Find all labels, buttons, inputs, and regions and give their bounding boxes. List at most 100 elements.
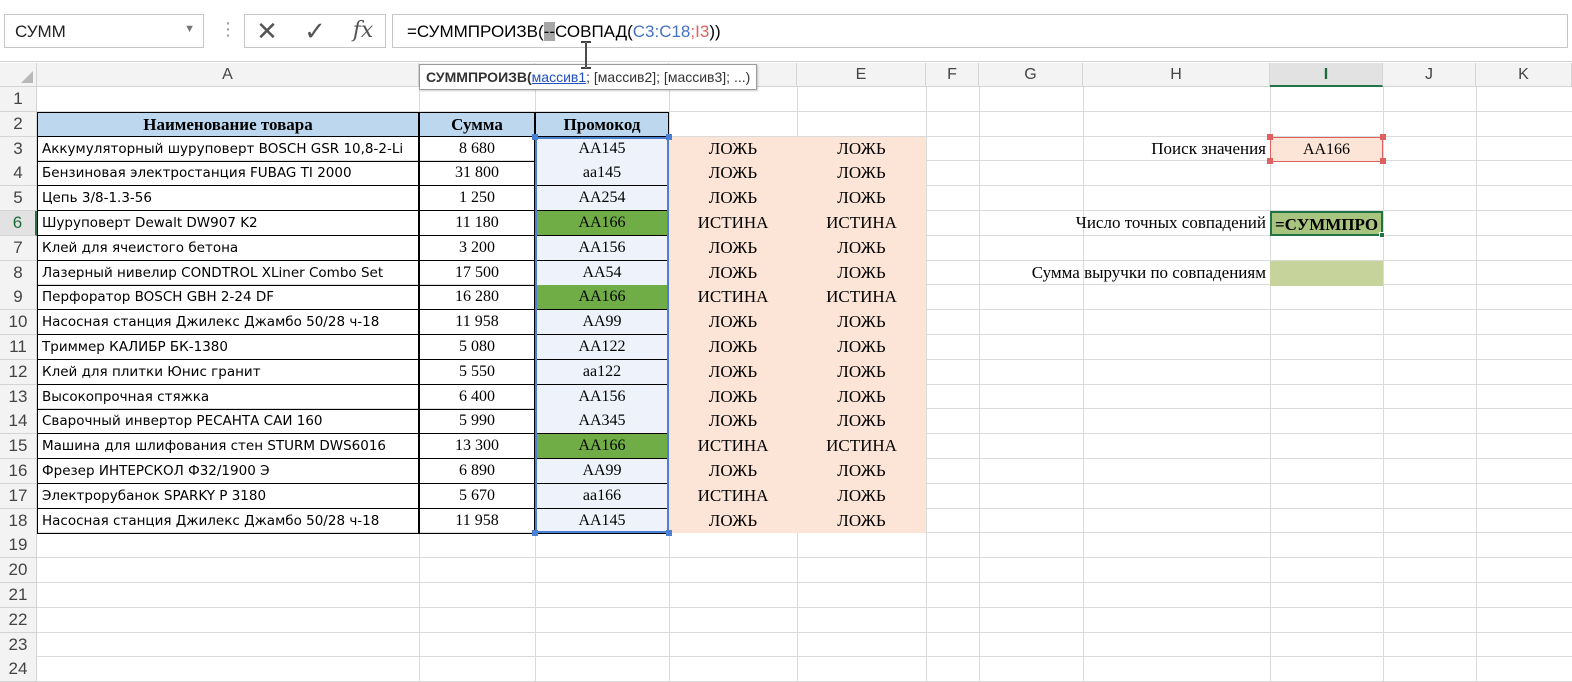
result-e-cell[interactable]: ИСТИНА [797, 285, 926, 310]
row-header-18[interactable]: 18 [0, 508, 37, 534]
tooltip-arg-link[interactable]: массив1 [532, 69, 586, 85]
promo-code-cell[interactable]: аа122 [535, 359, 669, 385]
row-header-21[interactable]: 21 [0, 583, 37, 608]
result-e-cell[interactable]: ЛОЖЬ [797, 161, 926, 186]
promo-code-cell[interactable]: AA99 [535, 310, 669, 336]
sum-result-cell[interactable] [1270, 260, 1383, 286]
enter-icon[interactable]: ✓ [295, 15, 335, 47]
result-d-cell[interactable]: ЛОЖЬ [669, 161, 797, 186]
result-e-cell[interactable]: ЛОЖЬ [797, 509, 926, 534]
row-header-16[interactable]: 16 [0, 459, 37, 484]
product-name-cell[interactable]: Высокопрочная стяжка [37, 384, 419, 410]
result-d-cell[interactable]: ЛОЖЬ [669, 137, 797, 162]
row-header-13[interactable]: 13 [0, 384, 37, 410]
sum-cell[interactable]: 11 180 [419, 211, 535, 236]
result-d-cell[interactable]: ЛОЖЬ [669, 186, 797, 211]
result-d-cell[interactable]: ЛОЖЬ [669, 360, 797, 385]
product-name-cell[interactable]: Аккумуляторный шуруповерт BOSCH GSR 10,8… [37, 136, 419, 162]
sum-cell[interactable]: 6 400 [419, 384, 535, 410]
row-header-17[interactable]: 17 [0, 483, 37, 509]
sum-cell[interactable]: 8 680 [419, 136, 535, 162]
product-name-cell[interactable]: Фрезер ИНТЕРСКОЛ Ф32/1900 Э [37, 459, 419, 484]
result-d-cell[interactable]: ИСТИНА [669, 211, 797, 236]
sum-cell[interactable]: 5 670 [419, 483, 535, 509]
result-d-cell[interactable]: ЛОЖЬ [669, 236, 797, 261]
row-header-7[interactable]: 7 [0, 235, 37, 261]
promo-code-cell[interactable]: AA156 [535, 235, 669, 261]
product-name-cell[interactable]: Цепь 3/8-1.3-56 [37, 186, 419, 212]
row-header-14[interactable]: 14 [0, 409, 37, 435]
sum-cell[interactable]: 31 800 [419, 161, 535, 187]
table-header-cell[interactable]: Наименование товара [37, 111, 419, 137]
row-header-3[interactable]: 3 [0, 136, 37, 162]
promo-code-cell[interactable]: аа166 [535, 483, 669, 509]
row-header-10[interactable]: 10 [0, 310, 37, 336]
sum-cell[interactable]: 17 500 [419, 260, 535, 286]
product-name-cell[interactable]: Бензиновая электростанция FUBAG TI 2000 [37, 161, 419, 187]
range-handle[interactable] [1380, 133, 1386, 140]
result-d-cell[interactable]: ЛОЖЬ [669, 385, 797, 410]
result-e-cell[interactable]: ЛОЖЬ [797, 409, 926, 434]
result-e-cell[interactable]: ЛОЖЬ [797, 335, 926, 360]
row-header-9[interactable]: 9 [0, 285, 37, 311]
product-name-cell[interactable]: Сварочный инвертор РЕСАНТА САИ 160 [37, 409, 419, 435]
result-e-cell[interactable]: ЛОЖЬ [797, 310, 926, 335]
sum-by-matches-label[interactable]: Сумма выручки по совпадениям [979, 261, 1266, 286]
product-name-cell[interactable]: Триммер КАЛИБР БК-1380 [37, 335, 419, 360]
range-handle[interactable] [532, 133, 538, 140]
name-box[interactable]: СУММ ▼ [4, 14, 204, 48]
row-header-11[interactable]: 11 [0, 335, 37, 360]
row-header-12[interactable]: 12 [0, 359, 37, 385]
range-handle[interactable] [1267, 158, 1273, 165]
column-header-j[interactable]: J [1383, 63, 1476, 87]
promo-code-cell[interactable]: AA145 [535, 136, 669, 162]
sum-cell[interactable]: 13 300 [419, 434, 535, 460]
select-all-corner[interactable] [0, 63, 37, 87]
promo-code-cell[interactable]: AA156 [535, 384, 669, 410]
formula-input[interactable]: =СУММПРОИЗВ(--СОВПАД(C3:C18;I3)) [392, 14, 1568, 48]
drag-handle-icon[interactable]: ⋮ [219, 20, 237, 38]
product-name-cell[interactable]: Лазерный нивелир CONDTROL XLiner Combo S… [37, 260, 419, 286]
result-d-cell[interactable]: ЛОЖЬ [669, 459, 797, 484]
product-name-cell[interactable]: Машина для шлифования стен STURM DWS6016 [37, 434, 419, 460]
column-header-k[interactable]: K [1476, 63, 1572, 87]
promo-code-cell[interactable]: AA254 [535, 186, 669, 212]
result-e-cell[interactable]: ИСТИНА [797, 434, 926, 459]
product-name-cell[interactable]: Клей для плитки Юнис гранит [37, 359, 419, 385]
promo-code-cell[interactable]: AA145 [535, 508, 669, 534]
result-d-cell[interactable]: ЛОЖЬ [669, 335, 797, 360]
result-e-cell[interactable]: ЛОЖЬ [797, 137, 926, 162]
fill-handle[interactable] [1379, 231, 1385, 238]
row-header-2[interactable]: 2 [0, 111, 37, 137]
product-name-cell[interactable]: Клей для ячеистого бетона [37, 235, 419, 261]
table-header-cell[interactable]: Сумма [419, 111, 535, 137]
chevron-down-icon[interactable]: ▼ [184, 23, 195, 35]
row-header-6[interactable]: 6 [0, 211, 37, 236]
range-handle[interactable] [666, 133, 672, 140]
promo-code-cell[interactable]: AA54 [535, 260, 669, 286]
result-d-cell[interactable]: ИСТИНА [669, 285, 797, 310]
search-label[interactable]: Поиск значения [979, 137, 1266, 162]
product-name-cell[interactable]: Шуруповерт Dewalt DW907 K2 [37, 211, 419, 236]
sum-cell[interactable]: 5 990 [419, 409, 535, 435]
sum-cell[interactable]: 1 250 [419, 186, 535, 212]
promo-code-cell[interactable]: AA166 [535, 285, 669, 311]
sum-cell[interactable]: 11 958 [419, 508, 535, 534]
result-e-cell[interactable]: ЛОЖЬ [797, 261, 926, 286]
product-name-cell[interactable]: Перфоратор BOSCH GBH 2-24 DF [37, 285, 419, 311]
insert-function-icon[interactable]: fx [343, 15, 383, 47]
range-handle[interactable] [1380, 158, 1386, 165]
promo-code-cell[interactable]: AA345 [535, 409, 669, 435]
result-d-cell[interactable]: ИСТИНА [669, 434, 797, 459]
promo-code-cell[interactable]: AA166 [535, 211, 669, 236]
sum-cell[interactable]: 6 890 [419, 459, 535, 484]
result-e-cell[interactable]: ЛОЖЬ [797, 385, 926, 410]
sum-cell[interactable]: 3 200 [419, 235, 535, 261]
row-header-15[interactable]: 15 [0, 434, 37, 460]
result-e-cell[interactable]: ЛОЖЬ [797, 484, 926, 509]
sum-cell[interactable]: 5 550 [419, 359, 535, 385]
column-header-g[interactable]: G [979, 63, 1083, 87]
result-e-cell[interactable]: ЛОЖЬ [797, 236, 926, 261]
product-name-cell[interactable]: Насосная станция Джилекс Джамбо 50/28 ч-… [37, 508, 419, 534]
result-e-cell[interactable]: ЛОЖЬ [797, 459, 926, 484]
